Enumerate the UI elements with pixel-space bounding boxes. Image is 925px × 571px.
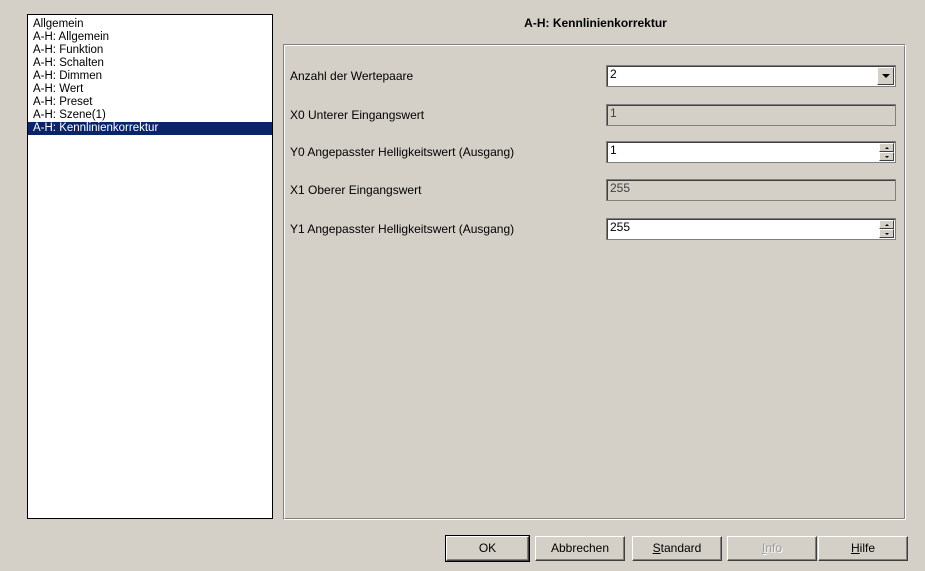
parameter-tree[interactable]: Allgemein A-H: Allgemein A-H: Funktion A… [27,14,273,519]
standard-button[interactable]: Standard [632,536,722,561]
param-label: X0 Unterer Eingangswert [290,108,425,122]
nav-item-ah-dimmen[interactable]: A-H: Dimmen [28,70,272,83]
button-label: ilfe [859,541,875,555]
param-label: Y0 Angepasster Helligkeitswert (Ausgang) [290,145,515,159]
spin-up-button[interactable] [879,143,894,152]
info-button: Info [727,536,817,561]
param-label: Anzahl der Wertepaare [290,69,414,83]
spin-down-button[interactable] [879,152,894,161]
spin-up-button[interactable] [879,220,894,229]
nav-item-ah-preset[interactable]: A-H: Preset [28,96,272,109]
nav-item-ah-kennlinienkorrektur[interactable]: A-H: Kennlinienkorrektur [28,122,272,135]
cancel-button[interactable]: Abbrechen [535,536,625,561]
spin-down-icon [884,155,889,158]
param-row-x1: X1 Oberer Eingangswert 255 [284,179,905,203]
select-value[interactable]: 2 [606,65,896,87]
x1-readonly-field: 255 [606,179,896,201]
nav-item-ah-wert[interactable]: A-H: Wert [28,83,272,96]
dropdown-button[interactable] [877,67,894,85]
nav-item-ah-szene[interactable]: A-H: Szene(1) [28,109,272,122]
y0-spinner[interactable]: 1 [606,141,896,163]
button-label: nfo [765,541,783,555]
spinner-input[interactable]: 1 [606,141,896,163]
readonly-value: 255 [606,179,896,201]
readonly-value: 1 [606,104,896,126]
ok-button[interactable]: OK [445,535,530,562]
mnemonic: S [652,541,661,555]
y1-spinner[interactable]: 255 [606,218,896,240]
nav-item-allgemein[interactable]: Allgemein [28,18,272,31]
anzahl-wertepaare-select[interactable]: 2 [606,65,896,87]
chevron-down-icon [881,74,890,78]
param-row-x0: X0 Unterer Eingangswert 1 [284,104,905,128]
nav-item-ah-allgemein[interactable]: A-H: Allgemein [28,31,272,44]
button-label: tandard [660,541,702,555]
spinner-input[interactable]: 255 [606,218,896,240]
spin-up-icon [884,146,889,149]
page-title: A-H: Kennlinienkorrektur [524,16,667,30]
spin-buttons[interactable] [879,220,894,238]
spin-up-icon [884,223,889,226]
param-row-y1: Y1 Angepasster Helligkeitswert (Ausgang)… [284,218,905,242]
spin-down-icon [884,232,889,235]
param-row-anzahl-wertepaare: Anzahl der Wertepaare 2 [284,65,905,89]
param-row-y0: Y0 Angepasster Helligkeitswert (Ausgang)… [284,141,905,165]
x0-readonly-field: 1 [606,104,896,126]
nav-item-ah-schalten[interactable]: A-H: Schalten [28,57,272,70]
help-button[interactable]: Hilfe [818,536,908,561]
param-label: Y1 Angepasster Helligkeitswert (Ausgang) [290,222,515,236]
nav-item-ah-funktion[interactable]: A-H: Funktion [28,44,272,57]
spin-down-button[interactable] [879,229,894,238]
settings-panel: Anzahl der Wertepaare 2 X0 Unterer Einga… [283,44,906,520]
spin-buttons[interactable] [879,143,894,161]
param-label: X1 Oberer Eingangswert [290,183,422,197]
mnemonic: H [850,541,860,555]
